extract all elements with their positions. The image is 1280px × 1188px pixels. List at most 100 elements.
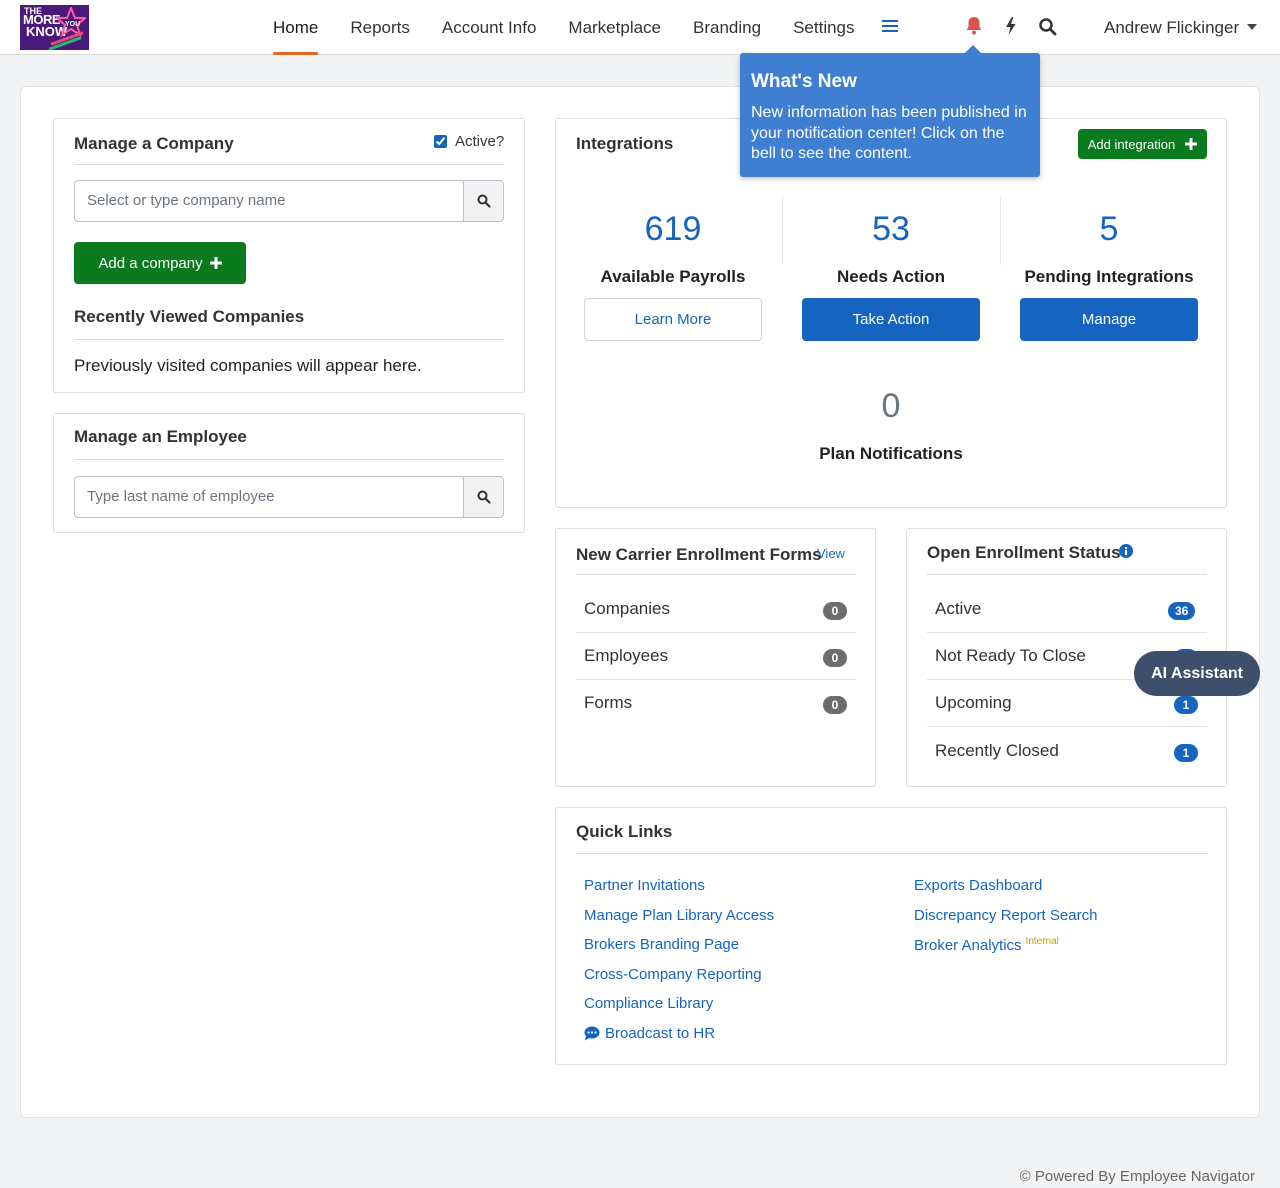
add-integration-label: Add integration — [1087, 136, 1176, 152]
add-company-label: Add a company — [98, 254, 203, 272]
count-badge: 36 — [1168, 602, 1196, 620]
search-icon[interactable] — [1038, 15, 1058, 37]
footer-text: © Powered By Employee Navigator — [1019, 1168, 1255, 1185]
count-badge: 0 — [823, 602, 847, 620]
quick-links-title: Quick Links — [576, 822, 673, 841]
pending-integrations-count: 5 — [1099, 210, 1119, 248]
list-item[interactable]: Recently Closed 1 — [927, 728, 1207, 775]
take-action-button[interactable]: Take Action — [802, 298, 980, 341]
plan-notifications-label: Plan Notifications — [819, 444, 963, 463]
popover-body: New information has been published in yo… — [751, 104, 1027, 162]
nav-reports[interactable]: Reports — [350, 0, 410, 55]
info-icon[interactable] — [1119, 544, 1133, 558]
manage-company-title: Manage a Company — [74, 134, 234, 153]
list-item-label: Companies — [584, 599, 670, 618]
manage-company-card: Manage a Company Active? Select or type … — [53, 118, 525, 393]
link-partner-invitations[interactable]: Partner Invitations — [584, 877, 705, 894]
lightning-icon[interactable] — [1001, 15, 1021, 37]
search-icon — [477, 490, 491, 504]
link-compliance-library[interactable]: Compliance Library — [584, 995, 713, 1012]
divider — [74, 164, 504, 165]
divider — [927, 574, 1207, 575]
carrier-forms-title: New Carrier Enrollment Forms — [576, 545, 822, 564]
list-item-label: Forms — [584, 693, 633, 712]
count-badge: 0 — [823, 649, 847, 667]
ai-assistant-button[interactable]: AI Assistant — [1134, 651, 1260, 696]
employee-search-button[interactable] — [463, 476, 504, 518]
nav-marketplace[interactable]: Marketplace — [568, 0, 661, 55]
pending-integrations-label: Pending Integrations — [1024, 267, 1194, 286]
integrations-title: Integrations — [576, 134, 674, 153]
plan-notifications-count: 0 — [881, 387, 901, 425]
link-exports-dashboard[interactable]: Exports Dashboard — [914, 877, 1042, 894]
list-item-label: Upcoming — [935, 693, 1012, 712]
hamburger-menu-icon[interactable] — [882, 20, 898, 34]
divider — [1000, 197, 1001, 265]
link-discrepancy-report-search[interactable]: Discrepancy Report Search — [914, 907, 1097, 924]
whats-new-popover[interactable]: What's New New information has been publ… — [740, 45, 1040, 177]
company-search-group: Select or type company name — [74, 180, 504, 222]
active-checkbox[interactable] — [434, 135, 447, 148]
list-item[interactable]: Companies 0 — [576, 586, 856, 633]
needs-action-count: 53 — [872, 210, 910, 248]
active-filter: Active? — [434, 133, 504, 150]
recent-companies-empty: Previously visited companies will appear… — [74, 356, 422, 375]
user-name: Andrew Flickinger — [1104, 18, 1240, 37]
divider — [74, 339, 504, 340]
employee-search-group: Type last name of employee — [74, 476, 504, 518]
link-label: Broker Analytics — [914, 937, 1022, 954]
popover-title: What's New — [751, 71, 857, 92]
count-badge: 1 — [1174, 744, 1198, 762]
nav-account-info[interactable]: Account Info — [442, 0, 537, 55]
company-search-input[interactable]: Select or type company name — [74, 180, 463, 222]
carrier-forms-view-link[interactable]: View — [817, 546, 845, 561]
nav-branding[interactable]: Branding — [693, 0, 761, 55]
nav-settings[interactable]: Settings — [793, 0, 854, 55]
divider — [576, 853, 1207, 854]
open-enrollment-title: Open Enrollment Status — [927, 543, 1121, 562]
list-item-label: Active — [935, 599, 982, 618]
employee-search-input[interactable]: Type last name of employee — [74, 476, 463, 518]
nav-home[interactable]: Home — [273, 0, 319, 55]
list-item-label: Recently Closed — [935, 741, 1059, 760]
quick-links-card: Quick Links Partner Invitations Manage P… — [555, 807, 1227, 1065]
learn-more-button[interactable]: Learn More — [584, 298, 762, 341]
company-search-button[interactable] — [463, 180, 504, 222]
carrier-forms-card: New Carrier Enrollment Forms View Compan… — [555, 528, 876, 787]
count-badge: 1 — [1174, 696, 1198, 714]
count-badge: 0 — [823, 696, 847, 714]
logo-text-you: YOU — [65, 21, 80, 28]
list-item[interactable]: Forms 0 — [576, 680, 856, 727]
link-label: Broadcast to HR — [605, 1025, 716, 1042]
chat-bubble-icon — [584, 1026, 600, 1041]
manage-employee-title: Manage an Employee — [74, 427, 247, 446]
link-brokers-branding-page[interactable]: Brokers Branding Page — [584, 936, 739, 953]
main-nav: Home Reports Account Info Marketplace Br… — [273, 0, 887, 55]
user-menu[interactable]: Andrew Flickinger — [1104, 0, 1258, 55]
list-item[interactable]: Employees 0 — [576, 633, 856, 680]
bell-icon[interactable] — [964, 15, 984, 37]
plus-icon — [1185, 138, 1198, 150]
link-manage-plan-library-access[interactable]: Manage Plan Library Access — [584, 907, 774, 924]
divider — [782, 197, 783, 265]
link-broker-analytics[interactable]: Broker Analytics Internal — [914, 936, 1059, 954]
add-integration-button[interactable]: Add integration — [1078, 129, 1207, 159]
list-item[interactable]: Active 36 — [927, 586, 1207, 633]
link-broadcast-to-hr[interactable]: Broadcast to HR — [584, 1025, 715, 1042]
company-logo[interactable]: THE MORE KNOW YOU — [20, 5, 89, 50]
list-item-label: Not Ready To Close — [935, 646, 1086, 665]
top-navbar: THE MORE KNOW YOU Home Reports Account I… — [0, 0, 1280, 55]
active-label: Active? — [455, 133, 505, 150]
manage-button[interactable]: Manage — [1020, 298, 1198, 341]
list-item-label: Employees — [584, 646, 669, 665]
manage-employee-card: Manage an Employee Type last name of emp… — [53, 413, 525, 533]
available-payrolls-label: Available Payrolls — [600, 267, 746, 286]
recent-companies-title: Recently Viewed Companies — [74, 307, 305, 326]
plus-icon — [209, 257, 222, 269]
internal-tag: Internal — [1025, 936, 1059, 947]
divider — [576, 574, 856, 575]
search-icon — [477, 194, 491, 208]
link-cross-company-reporting[interactable]: Cross-Company Reporting — [584, 966, 762, 983]
chevron-down-icon — [1247, 24, 1258, 30]
add-company-button[interactable]: Add a company — [74, 242, 246, 284]
